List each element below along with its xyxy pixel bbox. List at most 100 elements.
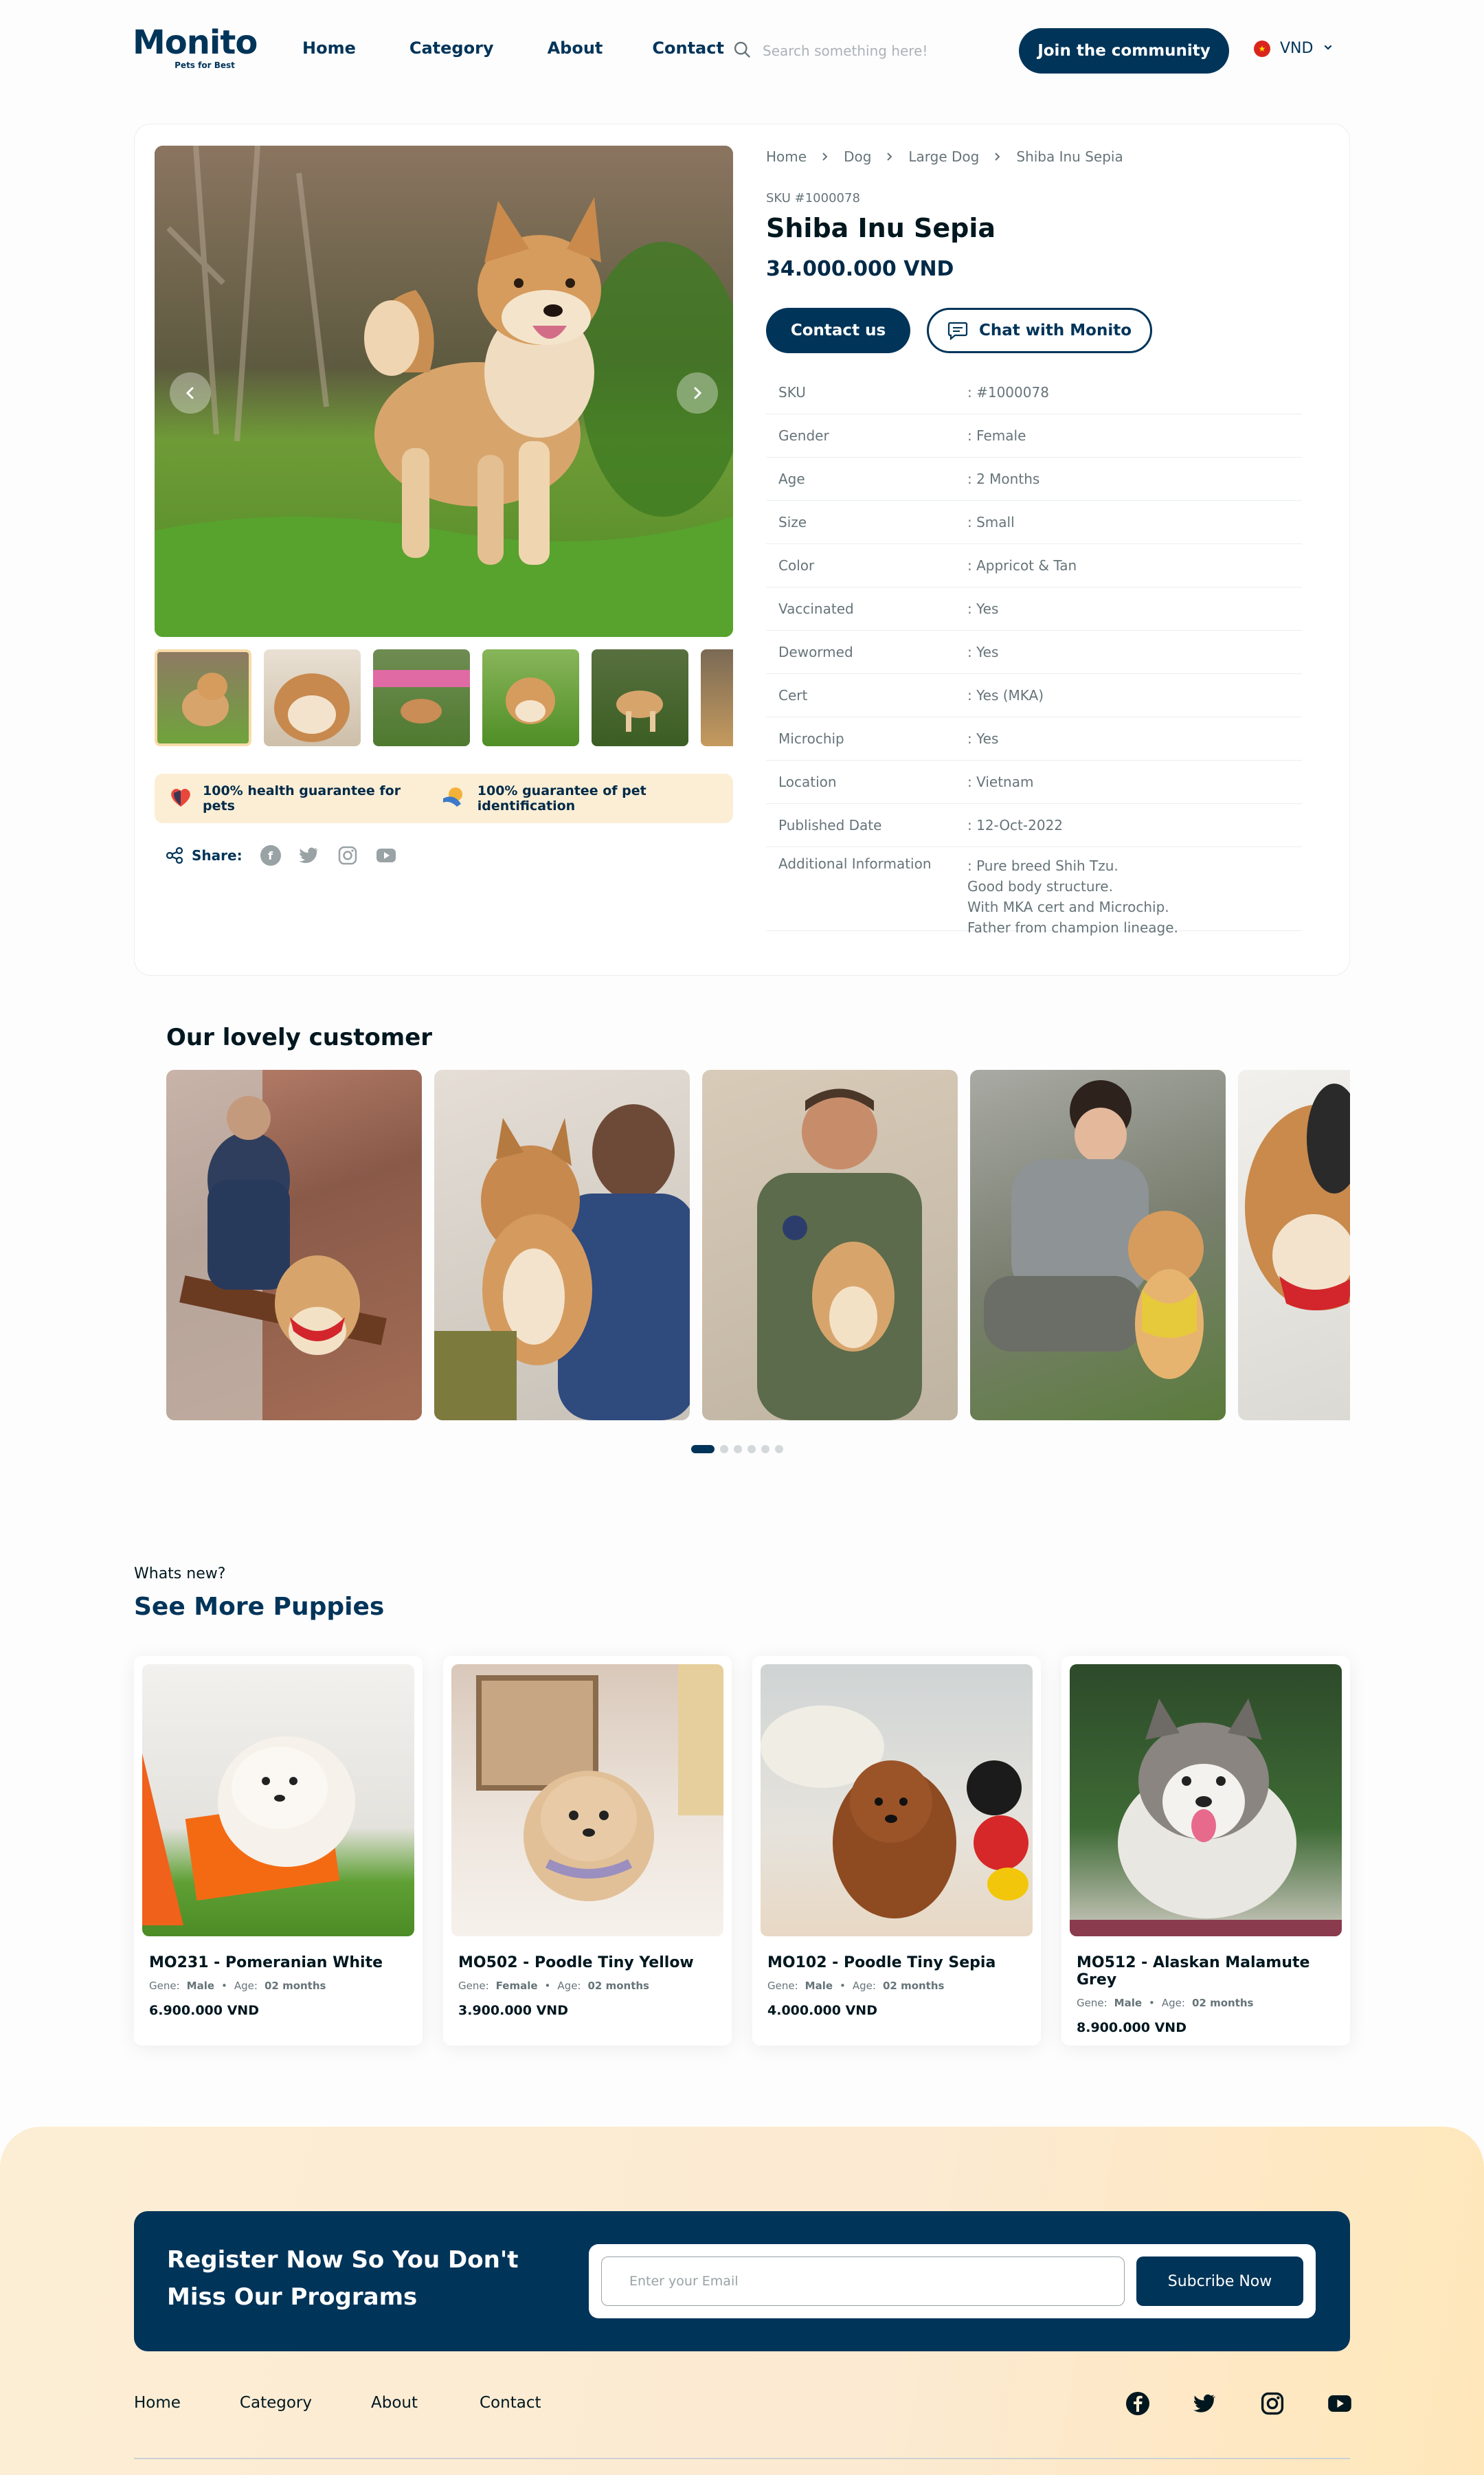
puppy-image: [761, 1664, 1033, 1936]
puppy-card[interactable]: MO231 - Pomeranian White Gene: Male • Age: 0…: [134, 1656, 423, 2046]
chevron-right-icon: [994, 148, 1001, 165]
spec-key: Microchip: [778, 730, 844, 747]
customer-photo: [702, 1070, 958, 1420]
search-bar[interactable]: Search something here!: [732, 36, 1007, 66]
spec-key: Age: [778, 471, 805, 487]
nav-about[interactable]: About: [548, 38, 603, 58]
identification-guarantee: 100% guarantee of pet identification: [440, 783, 733, 814]
currency-selector[interactable]: ★ VND: [1254, 40, 1334, 57]
pagination-dot[interactable]: [720, 1445, 728, 1453]
spec-row: Vaccinated: Yes: [766, 587, 1302, 631]
footer-nav-contact[interactable]: Contact: [480, 2394, 541, 2412]
footer-nav: Home Category About Contact: [134, 2394, 541, 2412]
spec-row: Additional Information: Pure breed Shih …: [766, 847, 1302, 936]
shiba-photo: [155, 146, 733, 637]
twitter-icon[interactable]: [298, 845, 319, 866]
footer-nav-about[interactable]: About: [371, 2394, 418, 2412]
spec-key: Additional Information: [778, 855, 932, 872]
thumbnail[interactable]: [592, 649, 688, 746]
email-input[interactable]: Enter your Email: [601, 2256, 1125, 2306]
puppy-price: 8.900.000 VND: [1077, 2020, 1187, 2035]
youtube-icon[interactable]: [1327, 2391, 1352, 2416]
spec-key: Color: [778, 557, 815, 574]
facebook-icon[interactable]: f: [260, 845, 281, 866]
spec-row: Cert: Yes (MKA): [766, 674, 1302, 717]
puppy-meta: Gene: Male • Age: 02 months: [149, 1980, 414, 1992]
thumbnail[interactable]: [373, 649, 470, 746]
carousel-pagination: [691, 1445, 783, 1453]
logo[interactable]: Monito Pets for Best: [133, 26, 258, 70]
spec-key: Dewormed: [778, 644, 853, 660]
puppy-name: MO502 - Poodle Tiny Yellow: [458, 1954, 694, 1971]
puppy-gene: Male: [805, 1980, 833, 1992]
chat-icon: [947, 322, 968, 340]
youtube-icon[interactable]: [376, 845, 396, 866]
customer-photo: [970, 1070, 1226, 1420]
separator-dot: •: [544, 1980, 551, 1992]
logo-tagline: Pets for Best: [175, 60, 235, 70]
share-label-group: Share:: [166, 847, 243, 864]
twitter-icon[interactable]: [1193, 2391, 1217, 2416]
join-community-button[interactable]: Join the community: [1019, 28, 1229, 74]
carousel-next-button[interactable]: [677, 372, 718, 414]
footer-divider: [134, 2458, 1350, 2459]
spec-key: Cert: [778, 687, 808, 704]
gene-label: Gene:: [458, 1980, 489, 1992]
separator-dot: •: [840, 1980, 846, 1992]
thumbnail[interactable]: [264, 649, 361, 746]
nav-contact[interactable]: Contact: [652, 38, 724, 58]
chat-button-label: Chat with Monito: [978, 322, 1132, 339]
pagination-dot[interactable]: [761, 1445, 769, 1453]
spec-key: Vaccinated: [778, 601, 854, 617]
puppy-age: 02 months: [264, 1980, 326, 1992]
puppy-name: MO512 - Alaskan Malamute Grey: [1077, 1954, 1310, 1989]
nav-category[interactable]: Category: [409, 38, 494, 58]
puppy-price: 3.900.000 VND: [458, 2003, 568, 2018]
instagram-icon[interactable]: [337, 845, 358, 866]
chevron-right-icon: [822, 148, 829, 165]
gene-label: Gene:: [767, 1980, 798, 1992]
contact-us-button[interactable]: Contact us: [766, 308, 910, 353]
breadcrumb-current: Shiba Inu Sepia: [1016, 148, 1123, 165]
breadcrumb-home[interactable]: Home: [766, 148, 807, 165]
pagination-dot[interactable]: [734, 1445, 742, 1453]
footer-nav-home[interactable]: Home: [134, 2394, 181, 2412]
see-more-title: See More Puppies: [134, 1593, 385, 1621]
breadcrumb: Home Dog Large Dog Shiba Inu Sepia: [766, 148, 1123, 165]
breadcrumb-large-dog[interactable]: Large Dog: [908, 148, 979, 165]
customer-photo: [1238, 1070, 1350, 1420]
product-sku: SKU #1000078: [766, 191, 860, 205]
search-input[interactable]: Search something here!: [763, 43, 928, 59]
gene-label: Gene:: [149, 1980, 180, 1992]
spec-table: SKU: #1000078 Gender: Female Age: 2 Months…: [766, 371, 1302, 936]
chat-button[interactable]: Chat with Monito: [927, 308, 1152, 353]
carousel-prev-button[interactable]: [170, 372, 211, 414]
thumbnail[interactable]: [155, 649, 251, 746]
subscribe-button[interactable]: Subcribe Now: [1136, 2256, 1303, 2306]
puppy-card[interactable]: MO102 - Poodle Tiny Sepia Gene: Male • Age:…: [752, 1656, 1041, 2046]
instagram-icon[interactable]: [1260, 2391, 1285, 2416]
age-label: Age:: [852, 1980, 876, 1992]
puppy-card[interactable]: MO502 - Poodle Tiny Yellow Gene: Female • A…: [443, 1656, 732, 2046]
pagination-dot[interactable]: [747, 1445, 756, 1453]
spec-row: Size: Small: [766, 501, 1302, 544]
customer-carousel[interactable]: [166, 1070, 1350, 1420]
pagination-dot[interactable]: [691, 1445, 715, 1453]
chevron-right-icon: [886, 148, 893, 165]
nav-home[interactable]: Home: [302, 38, 356, 58]
footer-nav-category[interactable]: Category: [240, 2394, 312, 2412]
separator-dot: •: [1149, 1997, 1155, 2009]
footer-social: [1125, 2391, 1352, 2416]
pagination-dot[interactable]: [775, 1445, 783, 1453]
spec-value: : Yes: [967, 644, 999, 660]
puppy-card[interactable]: MO512 - Alaskan Malamute Grey Gene: Male •…: [1061, 1656, 1350, 2046]
product-price: 34.000.000 VND: [766, 257, 954, 281]
spec-key: Published Date: [778, 817, 882, 833]
spec-row: Dewormed : Yes: [766, 631, 1302, 674]
thumbnail[interactable]: [482, 649, 579, 746]
thumbnail[interactable]: [701, 649, 733, 746]
breadcrumb-dog[interactable]: Dog: [844, 148, 871, 165]
facebook-icon[interactable]: [1125, 2391, 1150, 2416]
customers-title: Our lovely customer: [166, 1024, 433, 1051]
separator-dot: •: [221, 1980, 227, 1992]
